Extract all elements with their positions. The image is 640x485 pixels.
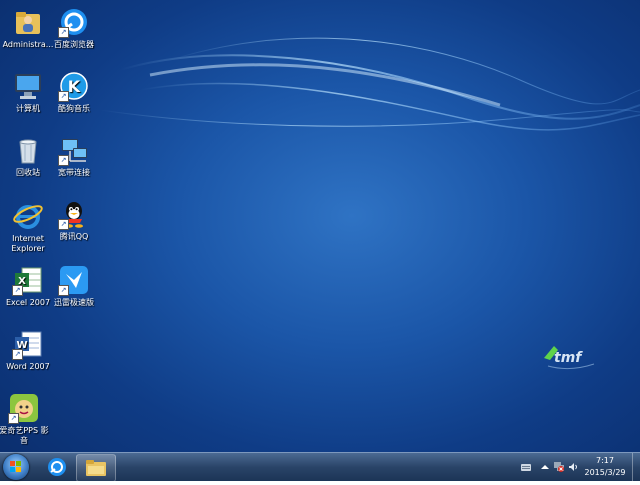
show-desktop-button[interactable]	[632, 453, 640, 481]
show-hidden-icons-icon[interactable]	[540, 462, 550, 472]
word-icon: W ↗	[12, 328, 44, 360]
shortcut-arrow-icon: ↗	[12, 285, 23, 296]
taskbar-file-explorer-button[interactable]	[76, 454, 116, 482]
qq-icon: ↗	[58, 198, 90, 230]
desktop-icon-baidu-browser[interactable]: ↗ 百度浏览器	[46, 6, 102, 50]
svg-text:K: K	[68, 77, 81, 96]
clock-time: 7:17	[596, 456, 614, 465]
shortcut-arrow-icon: ↗	[58, 91, 69, 102]
taskbar: 7:17 2015/3/29	[0, 452, 640, 482]
taskbar-baidu-browser-button[interactable]	[38, 454, 76, 480]
excel-icon: X ↗	[12, 264, 44, 296]
user-folder-icon	[12, 6, 44, 38]
xunlei-icon: ↗	[58, 264, 90, 296]
iqiyi-pps-icon: ↗	[8, 392, 40, 424]
svg-text:tmf: tmf	[554, 350, 583, 366]
baidu-browser-icon: ↗	[58, 6, 90, 38]
file-explorer-icon	[86, 460, 106, 476]
network-error-icon[interactable]	[554, 462, 564, 472]
shortcut-arrow-icon: ↗	[12, 349, 23, 360]
volume-icon[interactable]	[568, 462, 578, 472]
computer-icon	[12, 70, 44, 102]
shortcut-arrow-icon: ↗	[58, 285, 69, 296]
keyboard-icon[interactable]	[521, 462, 531, 472]
tmf-logo: tmf	[544, 346, 595, 370]
desktop-icon-iqiyi-pps[interactable]: ↗ 爱奇艺PPS 影音	[0, 392, 50, 446]
shortcut-arrow-icon: ↗	[58, 155, 69, 166]
shortcut-arrow-icon: ↗	[8, 413, 19, 424]
desktop-icon-qq[interactable]: ↗ 腾讯QQ	[46, 198, 102, 242]
desktop: tmf Administra... 计算机 回收站 Internet Explo…	[0, 0, 640, 480]
desktop-icon-broadband[interactable]: ↗ 宽带连接	[46, 134, 102, 178]
desktop-icon-xunlei[interactable]: ↗ 迅雷极速版	[46, 264, 102, 308]
recycle-bin-icon	[12, 134, 44, 166]
shortcut-arrow-icon: ↗	[58, 27, 69, 38]
baidu-browser-icon	[48, 458, 66, 476]
desktop-icon-kugou-music[interactable]: K ↗ 酷狗音乐	[46, 70, 102, 114]
clock-date: 2015/3/29	[584, 468, 626, 477]
desktop-icon-word[interactable]: W ↗ Word 2007	[0, 328, 56, 372]
internet-explorer-icon	[12, 200, 44, 232]
kugou-music-icon: K ↗	[58, 70, 90, 102]
broadband-connection-icon: ↗	[58, 134, 90, 166]
windows-start-icon[interactable]	[3, 454, 29, 480]
clock[interactable]: 7:17 2015/3/29	[582, 455, 628, 479]
shortcut-arrow-icon: ↗	[58, 219, 69, 230]
